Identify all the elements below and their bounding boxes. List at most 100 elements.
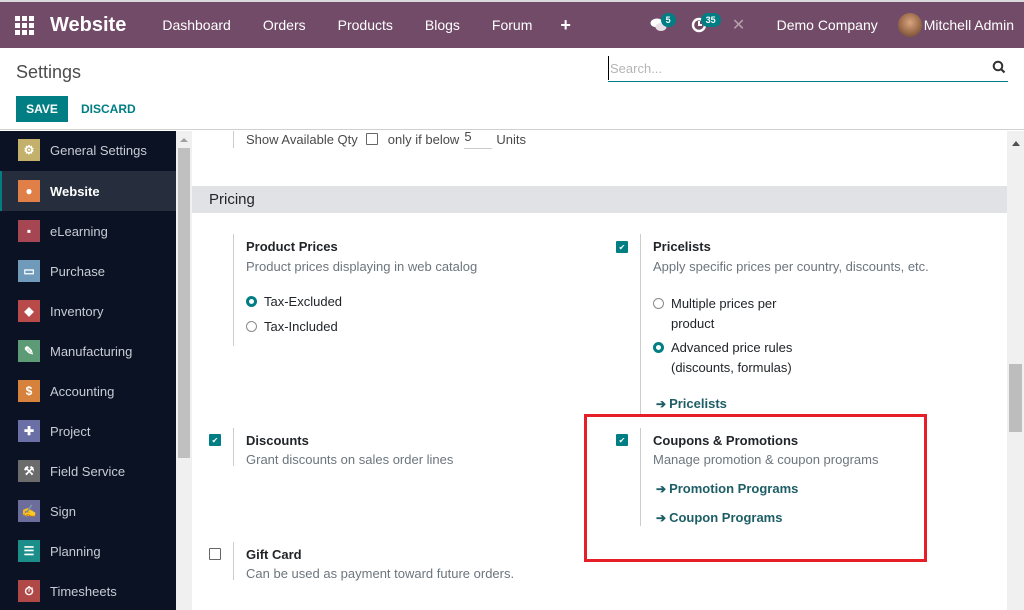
sidebar-item-sign[interactable]: ✍ Sign <box>0 491 176 531</box>
sidebar-item-planning[interactable]: ☰ Planning <box>0 531 176 571</box>
sidebar-item-label: Sign <box>50 503 77 519</box>
elearning-icon: ▪ <box>18 220 40 242</box>
company-switcher[interactable]: Demo Company <box>759 17 898 33</box>
search-input[interactable] <box>608 56 978 80</box>
app-grid-icon[interactable] <box>14 15 34 35</box>
divider <box>233 428 234 466</box>
planning-icon: ☰ <box>18 540 40 562</box>
radio-unselected[interactable] <box>653 298 664 309</box>
tools-icon[interactable]: ✕ <box>719 2 759 48</box>
scrollbar-thumb[interactable] <box>1009 364 1022 432</box>
user-name: Mitchell Admin <box>923 17 1014 33</box>
search-icon[interactable] <box>992 60 1006 74</box>
sidebar-item-inventory[interactable]: ◆ Inventory <box>0 291 176 331</box>
stock-row: Show Available Qty only if below 5 Units <box>246 131 526 149</box>
product-prices-title: Product Prices <box>246 239 338 254</box>
sign-icon: ✍ <box>18 500 40 522</box>
discounts-checkbox[interactable]: ✔ <box>209 434 221 446</box>
link-label: Pricelists <box>669 396 727 411</box>
gift-card-title: Gift Card <box>246 547 302 562</box>
pricelists-title: Pricelists <box>653 239 711 254</box>
menu-products[interactable]: Products <box>322 17 409 33</box>
discounts-description: Grant discounts on sales order lines <box>246 452 454 467</box>
activities-count-badge: 35 <box>700 13 721 27</box>
sidebar-item-elearning[interactable]: ▪ eLearning <box>0 211 176 251</box>
threshold-label: only if below <box>387 131 460 147</box>
pricelists-link[interactable]: ➔ Pricelists <box>656 396 727 411</box>
radio-selected[interactable] <box>246 296 257 307</box>
radio-advanced-price-rules[interactable]: Advanced price rules (discounts, formulas… <box>653 338 792 378</box>
menu-blogs[interactable]: Blogs <box>409 17 476 33</box>
sidebar-item-label: General Settings <box>50 142 147 158</box>
sidebar-item-label: Accounting <box>50 383 115 399</box>
settings-content: Show Available Qty only if below 5 Units… <box>192 131 1007 610</box>
radio-tax-excluded[interactable]: Tax-Excluded <box>246 294 342 309</box>
wrench-icon: ✎ <box>18 340 40 362</box>
scroll-up-arrow-icon[interactable] <box>180 138 188 142</box>
add-menu-icon[interactable]: + <box>548 15 583 36</box>
gift-card-description: Can be used as payment toward future ord… <box>246 566 515 581</box>
highlight-box <box>584 414 927 562</box>
page-title: Settings <box>16 62 82 82</box>
control-panel: Settings SAVE DISCARD <box>0 48 1024 130</box>
threshold-input[interactable]: 5 <box>464 131 493 149</box>
menu-dashboard[interactable]: Dashboard <box>146 17 247 33</box>
scroll-up-arrow-icon[interactable] <box>1012 141 1020 146</box>
discard-button[interactable]: DISCARD <box>72 96 145 122</box>
radio-selected[interactable] <box>653 342 664 353</box>
show-available-qty-checkbox[interactable] <box>365 133 378 145</box>
top-navbar: Website Dashboard Orders Products Blogs … <box>0 0 1024 48</box>
search-bar <box>608 56 1008 82</box>
gift-card-checkbox[interactable] <box>209 548 221 560</box>
puzzle-icon: ✚ <box>18 420 40 442</box>
sidebar-item-label: eLearning <box>50 223 108 239</box>
credit-card-icon: ▭ <box>18 260 40 282</box>
scrollbar-thumb[interactable] <box>178 148 190 458</box>
activities-button[interactable]: 35 <box>679 2 721 48</box>
sidebar-item-general-settings[interactable]: ⚙ General Settings <box>0 131 176 171</box>
sidebar-item-label: Purchase <box>50 263 105 279</box>
sidebar-item-label: Project <box>50 423 91 439</box>
sidebar-item-manufacturing[interactable]: ✎ Manufacturing <box>0 331 176 371</box>
discounts-title: Discounts <box>246 433 309 448</box>
sidebar-item-label: Planning <box>50 543 101 559</box>
systray: 5 35 ✕ Demo Company Mitchell Admin <box>639 2 1024 48</box>
product-prices-description: Product prices displaying in web catalog <box>246 259 478 274</box>
app-brand[interactable]: Website <box>50 14 126 37</box>
arrow-right-icon: ➔ <box>656 396 667 411</box>
content-scrollbar[interactable] <box>1007 131 1024 610</box>
menu-forum[interactable]: Forum <box>476 17 548 33</box>
save-button[interactable]: SAVE <box>16 96 68 122</box>
sidebar-item-project[interactable]: ✚ Project <box>0 411 176 451</box>
sidebar-item-website[interactable]: ● Website <box>0 171 176 211</box>
units-label: Units <box>496 131 526 147</box>
divider <box>233 234 234 346</box>
pricelists-checkbox[interactable]: ✔ <box>616 241 628 253</box>
radio-unselected[interactable] <box>246 321 257 332</box>
divider <box>640 234 641 414</box>
user-menu[interactable]: Mitchell Admin <box>897 13 1024 37</box>
sidebar-item-label: Timesheets <box>50 583 117 599</box>
sidebar-item-accounting[interactable]: $ Accounting <box>0 371 176 411</box>
messages-count-badge: 5 <box>660 13 676 27</box>
show-available-qty-label: Show Available Qty <box>246 131 358 147</box>
messages-button[interactable]: 5 <box>639 2 679 48</box>
gear-icon: ⚙ <box>18 139 40 161</box>
sidebar-item-label: Website <box>50 183 100 199</box>
invoice-icon: $ <box>18 380 40 402</box>
sidebar-item-label: Manufacturing <box>50 343 133 359</box>
field-service-icon: ⚒ <box>18 460 40 482</box>
settings-sidebar: ⚙ General Settings ● Website ▪ eLearning ▭ Purc… <box>0 131 176 610</box>
radio-label: Tax-Excluded <box>264 294 343 309</box>
radio-multiple-prices[interactable]: Multiple prices per product <box>653 294 777 334</box>
sidebar-item-field-service[interactable]: ⚒ Field Service <box>0 451 176 491</box>
radio-label: Tax-Included <box>264 319 338 334</box>
menu-orders[interactable]: Orders <box>247 17 322 33</box>
section-title-pricing: Pricing <box>192 186 1007 213</box>
sidebar-item-purchase[interactable]: ▭ Purchase <box>0 251 176 291</box>
radio-label: Advanced price rules (discounts, formulas… <box>671 340 793 375</box>
radio-tax-included[interactable]: Tax-Included <box>246 319 338 334</box>
divider <box>233 542 234 580</box>
sidebar-item-timesheets[interactable]: ⏱ Timesheets <box>0 571 176 610</box>
sidebar-scrollbar[interactable] <box>176 131 192 610</box>
